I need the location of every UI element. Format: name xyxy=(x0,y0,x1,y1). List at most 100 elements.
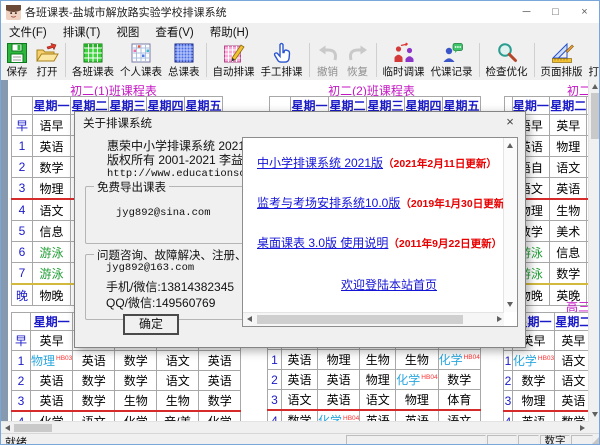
toolbar-temp-adjust-button[interactable]: 临时调课 xyxy=(380,41,428,79)
subject-cell[interactable]: 语文 xyxy=(438,410,480,421)
panel-scroll-down-icon[interactable] xyxy=(507,302,513,307)
resize-grip[interactable] xyxy=(590,435,600,445)
scroll-left-icon[interactable] xyxy=(5,425,10,431)
subject-cell[interactable]: 英语 xyxy=(33,136,71,157)
toolbar-personal-tables-button[interactable]: 个人课表 xyxy=(117,41,165,79)
subject-cell[interactable]: 化学 xyxy=(115,411,157,421)
subject-cell[interactable]: 数学 xyxy=(282,410,318,421)
panel-scroll-left-icon[interactable] xyxy=(247,316,252,322)
toolbar-class-tables-button[interactable]: 各班课表 xyxy=(69,41,117,79)
subject-cell[interactable]: 英语 xyxy=(282,350,318,370)
subject-cell[interactable]: 语文 xyxy=(360,390,396,411)
subject-cell[interactable]: 信息 xyxy=(550,242,587,263)
subject-cell[interactable]: 生物 xyxy=(157,391,199,412)
maximize-button[interactable]: □ xyxy=(541,1,570,23)
subject-cell[interactable]: 生物 xyxy=(396,350,438,370)
subject-cell[interactable]: 英语 xyxy=(318,390,360,411)
panel-scroll-right-icon[interactable] xyxy=(497,316,502,322)
subject-cell[interactable]: 生物 xyxy=(550,199,587,221)
subject-cell[interactable]: 体育 xyxy=(438,390,480,411)
subject-cell[interactable]: 语文 xyxy=(550,157,587,178)
subject-cell[interactable]: 数学 xyxy=(73,391,115,412)
subject-cell[interactable]: 英语 xyxy=(199,351,241,371)
menu-schedule[interactable]: 排课(T) xyxy=(55,24,109,40)
menu-help[interactable]: 帮助(H) xyxy=(202,24,257,40)
subject-cell[interactable]: 语文 xyxy=(73,411,115,421)
subject-cell[interactable]: 语早 xyxy=(33,115,71,136)
toolbar-check-optimize-button[interactable]: 检查优化 xyxy=(483,41,531,79)
toolbar-print-preview-button[interactable]: 打印预览 xyxy=(586,41,600,79)
panel-vertical-scrollbar[interactable] xyxy=(503,138,517,312)
subject-cell[interactable]: 化学HB04 xyxy=(396,370,438,390)
subject-cell[interactable]: 数学 xyxy=(33,157,71,178)
day-header-cell[interactable]: 星期一 xyxy=(33,97,71,115)
subject-cell[interactable]: 语文 xyxy=(157,351,199,371)
subject-cell[interactable]: 数学 xyxy=(73,371,115,391)
subject-cell[interactable]: 生物 xyxy=(360,350,396,370)
horizontal-scrollbar-thumb[interactable] xyxy=(14,424,52,432)
subject-cell[interactable]: 化学HB03 xyxy=(512,351,554,371)
subject-cell[interactable]: 英早 xyxy=(550,115,587,136)
subject-cell[interactable]: 英语 xyxy=(199,371,241,391)
toolbar-auto-schedule-button[interactable]: 自动排课 xyxy=(210,41,258,79)
day-header-cell[interactable]: 星期一 xyxy=(31,313,73,331)
toolbar-save-button[interactable]: 保存 xyxy=(2,41,32,79)
subject-cell[interactable]: 英语 xyxy=(31,391,73,412)
subject-cell[interactable]: 语文 xyxy=(157,371,199,391)
subject-cell[interactable]: 英语 xyxy=(396,410,438,421)
link-scheduling-system[interactable]: 中小学排课系统 2021版 xyxy=(257,156,383,170)
toolbar-substitute-record-button[interactable]: 代课记录 xyxy=(428,41,476,79)
day-header-cell[interactable]: 星期二 xyxy=(555,313,593,331)
subject-cell[interactable]: 数学 xyxy=(512,371,554,391)
subject-cell[interactable]: 语文 xyxy=(555,351,593,371)
subject-cell[interactable]: 化学 xyxy=(31,411,73,421)
subject-cell[interactable]: 语文 xyxy=(555,371,593,391)
toolbar-page-layout-button[interactable]: 页面排版 xyxy=(538,41,586,79)
subject-cell[interactable]: 生物 xyxy=(115,391,157,412)
subject-cell[interactable]: 英早 xyxy=(555,331,593,351)
panel-horizontal-thumb[interactable] xyxy=(257,315,463,324)
close-button[interactable]: × xyxy=(570,1,599,23)
subject-cell[interactable]: 语文 xyxy=(282,390,318,411)
subject-cell[interactable]: 英语 xyxy=(282,370,318,390)
toolbar-manual-schedule-button[interactable]: 手工排课 xyxy=(258,41,306,79)
scroll-up-icon[interactable] xyxy=(592,84,598,89)
subject-cell[interactable]: 物晚 xyxy=(33,284,71,306)
dialog-close-icon[interactable]: × xyxy=(498,113,522,130)
subject-cell[interactable]: 数学 xyxy=(550,263,587,285)
subject-cell[interactable]: 信息 xyxy=(33,221,71,242)
subject-cell[interactable]: 化学HB04 xyxy=(318,410,360,421)
toolbar-master-table-button[interactable]: 总课表 xyxy=(165,41,203,79)
subject-cell[interactable]: 物理 xyxy=(318,350,360,370)
toolbar-open-button[interactable]: 打开 xyxy=(32,41,62,79)
subject-cell[interactable]: 化学HB04 xyxy=(438,350,480,370)
subject-cell[interactable]: 英早 xyxy=(31,331,73,351)
scroll-down-icon[interactable] xyxy=(592,412,598,417)
subject-cell[interactable]: 游泳 xyxy=(33,263,71,285)
subject-cell[interactable]: 物理 xyxy=(512,391,554,412)
subject-cell[interactable]: 英语 xyxy=(73,351,115,371)
day-header-cell[interactable]: 星期二 xyxy=(550,97,587,115)
link-exam-system[interactable]: 监考与考场安排系统10.0版 xyxy=(257,196,400,210)
scroll-right-icon[interactable] xyxy=(580,425,585,431)
subject-cell[interactable]: 化学 xyxy=(199,411,241,421)
vertical-scrollbar[interactable] xyxy=(588,80,600,421)
subject-cell[interactable]: 英语 xyxy=(550,178,587,200)
subject-cell[interactable]: 数学 xyxy=(555,411,593,421)
subject-cell[interactable]: 语文 xyxy=(33,199,71,221)
toolbar-undo-button[interactable]: 撤销 xyxy=(313,41,343,79)
subject-cell[interactable]: 音/美 xyxy=(157,411,199,421)
subject-cell[interactable]: 英语 xyxy=(555,391,593,412)
ok-button[interactable]: 确定 xyxy=(123,314,179,335)
subject-cell[interactable]: 英语 xyxy=(31,371,73,391)
toolbar-redo-button[interactable]: 恢复 xyxy=(343,41,373,79)
menu-view[interactable]: 视图 xyxy=(108,24,147,40)
panel-scroll-up-icon[interactable] xyxy=(507,143,513,148)
subject-cell[interactable]: 数学 xyxy=(438,370,480,390)
subject-cell[interactable]: 游泳 xyxy=(33,242,71,263)
link-homepage[interactable]: 欢迎登陆本站首页 xyxy=(341,278,437,292)
subject-cell[interactable]: 数学 xyxy=(199,391,241,412)
subject-cell[interactable]: 美术 xyxy=(550,221,587,242)
vertical-scrollbar-thumb[interactable] xyxy=(591,93,599,139)
link-desktop-timetable[interactable]: 桌面课表 3.0版 使用说明 xyxy=(257,236,388,250)
